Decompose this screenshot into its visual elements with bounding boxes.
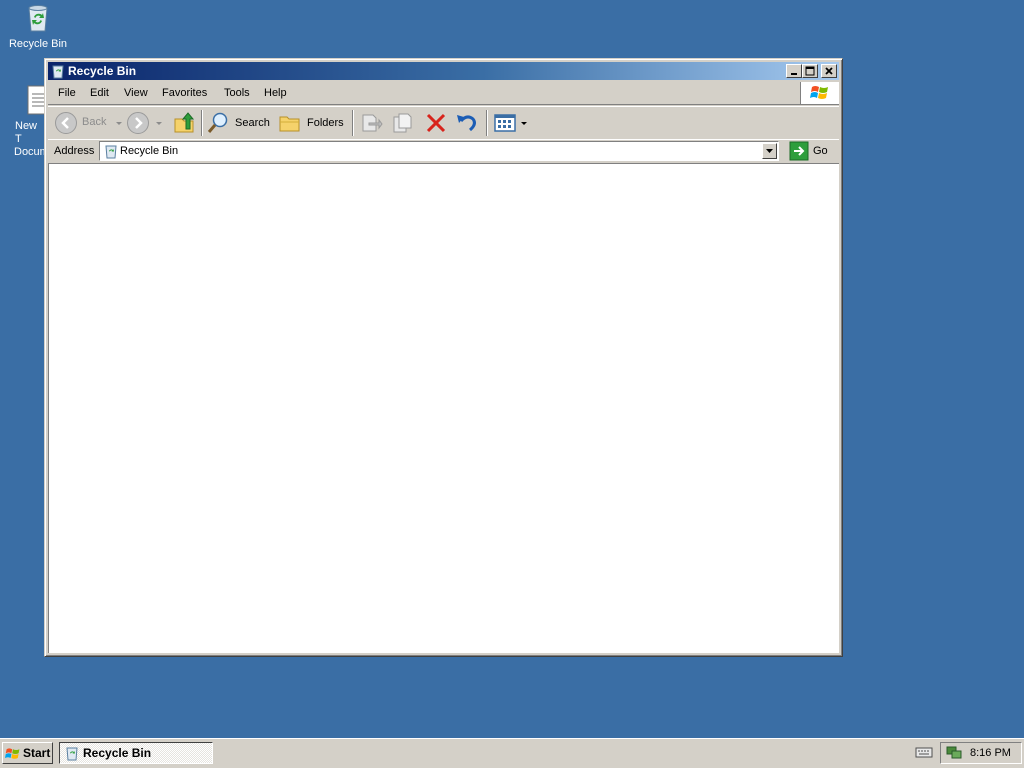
title-bar[interactable]: Recycle Bin [48,62,839,80]
forward-arrow-icon [127,112,149,134]
go-button[interactable]: Go [787,141,837,161]
folders-label: Folders [307,117,344,129]
desktop-icon-label-line2: Docum [14,146,44,158]
menu-bar: File Edit View Favorites Tools Help [48,82,839,105]
address-label: Address [54,145,95,157]
go-label: Go [813,145,828,157]
toolbar-separator [201,110,203,136]
undo-icon [457,115,476,132]
delete-button[interactable] [424,111,448,135]
window-title: Recycle Bin [68,64,137,78]
menu-favorites[interactable]: Favorites [162,87,207,99]
desktop-icon-new-text-document[interactable]: New T Docum [0,84,44,159]
address-bar: Address Recycle Bin Go [48,139,839,162]
copy-to-button[interactable] [391,111,415,135]
up-folder-button[interactable] [173,111,197,135]
recycle-bin-icon [64,745,80,764]
file-list-area[interactable] [48,163,839,653]
search-button[interactable]: Search [206,111,272,135]
windows-flag-icon [810,86,828,99]
menu-edit[interactable]: Edit [90,87,109,99]
menu-view[interactable]: View [124,87,148,99]
chevron-down-icon [521,122,527,125]
toolbar: Back Search Folders [48,106,839,140]
address-dropdown-button[interactable] [762,143,777,159]
back-label: Back [82,116,107,128]
go-arrow-icon [789,141,809,161]
text-document-icon [22,84,44,116]
explorer-window: Recycle Bin File Edit View Favorites Too… [44,58,843,657]
close-button[interactable] [821,64,837,78]
start-label: Start [23,746,51,760]
taskbar: Start Recycle Bin 8:16 PM [0,738,1024,768]
maximize-button[interactable] [802,64,818,78]
copy-to-icon [393,113,412,133]
keyboard-icon[interactable] [915,745,933,762]
move-to-button[interactable] [359,111,383,135]
toolbar-separator [486,110,488,136]
folder-icon [279,116,300,132]
chevron-down-icon [116,122,122,125]
menu-help[interactable]: Help [264,87,287,99]
views-button[interactable] [493,111,529,135]
maximize-icon [805,66,815,76]
windows-logo [800,82,839,104]
toolbar-separator [352,110,354,136]
address-input[interactable]: Recycle Bin [99,141,779,161]
desktop-icon-label: Recycle Bin [8,38,68,50]
desktop-icon-recycle-bin[interactable]: Recycle Bin [0,2,76,51]
network-icon[interactable] [945,745,963,764]
clock[interactable]: 8:16 PM [970,747,1011,759]
recycle-bin-icon [50,63,66,79]
search-icon [207,112,228,133]
recycle-bin-icon [22,2,54,34]
taskbar-button-label: Recycle Bin [83,746,152,760]
back-button[interactable]: Back [54,111,124,135]
chevron-down-icon [156,122,162,125]
taskbar-button-recycle-bin[interactable]: Recycle Bin [59,742,213,764]
back-arrow-icon [55,112,77,134]
system-tray: 8:16 PM [940,742,1022,764]
address-value: Recycle Bin [120,145,179,157]
undo-button[interactable] [455,111,479,135]
minimize-icon [791,73,797,75]
move-to-icon [362,114,383,132]
folders-button[interactable]: Folders [278,111,348,135]
desktop-icon-label-line1: New T [15,120,38,145]
forward-button[interactable] [126,111,166,135]
chevron-down-icon [766,149,773,153]
minimize-button[interactable] [786,64,802,78]
close-icon [825,67,833,75]
windows-flag-icon [5,746,21,765]
views-grid-icon [494,114,516,132]
recycle-bin-icon [103,143,119,162]
search-label: Search [235,117,270,129]
start-button[interactable]: Start [2,742,53,764]
folder-up-icon [174,112,195,133]
menu-file[interactable]: File [58,87,76,99]
delete-x-icon [426,113,446,133]
menu-tools[interactable]: Tools [224,87,250,99]
